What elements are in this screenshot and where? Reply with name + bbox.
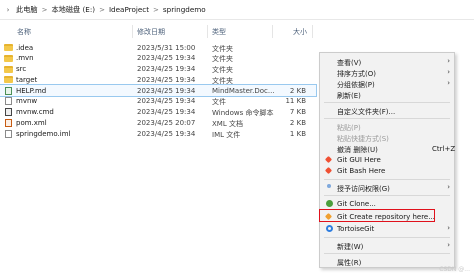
menu-item-git-clone[interactable]: Git Clone... [320, 198, 454, 209]
file-size: 2 KB [289, 119, 306, 128]
file-name: .mvn [16, 54, 34, 63]
menu-separator [324, 102, 450, 103]
menu-item-git-bash-here[interactable]: Git Bash Here [320, 165, 454, 176]
menu-item-tortoisegit[interactable]: TortoiseGit › [320, 223, 454, 234]
shortcut-text: Ctrl+Z [432, 144, 456, 153]
column-header-size[interactable]: 大小 [293, 27, 307, 37]
file-icon [5, 129, 12, 138]
git-icon [324, 166, 333, 175]
file-row-src[interactable]: src 2023/4/25 19:34 文件夹 [0, 64, 316, 75]
file-name: .idea [16, 43, 34, 52]
menu-item-group[interactable]: 分组依据(P) › [320, 78, 454, 89]
file-name: HELP.md [16, 86, 47, 95]
breadcrumb-separator[interactable]: > [98, 6, 106, 14]
chevron-right-icon: › [447, 57, 450, 65]
file-size: 1 KB [289, 129, 306, 138]
folder-icon [4, 65, 13, 73]
menu-item-undo-delete[interactable]: 撤消 删除(U) Ctrl+Z [320, 143, 456, 154]
column-divider[interactable] [132, 25, 133, 38]
highlight-annotation [319, 209, 435, 222]
breadcrumb-item-this-pc[interactable]: 此电脑 [13, 5, 41, 15]
chevron-right-icon[interactable]: › [3, 6, 13, 14]
menu-item-properties[interactable]: 属性(R) [320, 256, 454, 267]
file-type: IML 文件 [212, 130, 241, 139]
menu-item-refresh[interactable]: 刷新(E) [320, 89, 454, 100]
column-header-name[interactable]: 名称 [17, 27, 31, 37]
file-list: .idea 2023/5/31 15:00 文件夹 .mvn 2023/4/25… [0, 42, 317, 139]
file-row-pom-xml[interactable]: pom.xml 2023/4/25 20:07 XML 文档 2 KB [0, 118, 316, 129]
file-name: src [16, 65, 27, 74]
watermark: CSDN @... [439, 266, 470, 273]
file-name: pom.xml [16, 119, 47, 128]
file-row-target[interactable]: target 2023/4/25 19:34 文件夹 [0, 74, 316, 85]
file-row-springdemo-iml[interactable]: springdemo.iml 2023/4/25 19:34 IML 文件 1 … [0, 128, 316, 139]
file-name: springdemo.iml [16, 129, 71, 138]
user-icon [327, 184, 331, 188]
menu-item-git-gui-here[interactable]: Git GUI Here [320, 154, 454, 165]
breadcrumb-item-springdemo[interactable]: springdemo [160, 5, 209, 14]
chevron-right-icon: › [447, 79, 450, 87]
menu-separator [324, 253, 450, 254]
file-date: 2023/4/25 19:34 [137, 75, 196, 84]
file-date: 2023/4/25 19:34 [137, 54, 196, 63]
menu-item-sort[interactable]: 排序方式(O) › [320, 67, 454, 78]
breadcrumb-separator[interactable]: > [41, 6, 49, 14]
column-header-type[interactable]: 类型 [212, 27, 226, 37]
file-name: target [16, 75, 38, 84]
menu-separator [324, 237, 450, 238]
tortoisegit-icon [326, 225, 333, 232]
menu-item-customize-folder[interactable]: 自定义文件夹(F)... [320, 105, 454, 116]
folder-icon [4, 54, 13, 62]
file-size: 11 KB [285, 97, 306, 106]
menu-item-new[interactable]: 新建(W) › [320, 240, 454, 251]
menu-item-paste[interactable]: 粘贴(P) [320, 121, 454, 132]
xml-file-icon [5, 119, 12, 128]
file-name: mvnw.cmd [16, 108, 54, 117]
folder-icon [4, 44, 13, 51]
git-clone-icon [326, 200, 333, 207]
folder-icon [4, 76, 13, 84]
file-row-idea[interactable]: .idea 2023/5/31 15:00 文件夹 [0, 42, 316, 53]
file-row-mvn[interactable]: .mvn 2023/4/25 19:34 文件夹 [0, 53, 316, 64]
file-date: 2023/4/25 19:34 [137, 129, 196, 138]
markdown-file-icon [5, 86, 12, 95]
file-row-mvnw[interactable]: mvnw 2023/4/25 19:34 文件 11 KB [0, 96, 316, 107]
file-row-mvnw-cmd[interactable]: mvnw.cmd 2023/4/25 19:34 Windows 命令脚本 7 … [0, 107, 316, 118]
file-size: 2 KB [289, 86, 306, 95]
cmd-file-icon [5, 108, 12, 117]
breadcrumb-item-ideaproject[interactable]: IdeaProject [106, 5, 152, 14]
file-date: 2023/5/31 15:00 [137, 43, 196, 52]
menu-separator [324, 195, 450, 196]
context-menu: 查看(V) › 排序方式(O) › 分组依据(P) › 刷新(E) 自定义文件夹… [319, 52, 455, 268]
chevron-right-icon: › [447, 183, 450, 191]
column-divider[interactable] [312, 25, 313, 38]
breadcrumb-item-local-disk[interactable]: 本地磁盘 (E:) [48, 5, 98, 15]
column-divider[interactable] [207, 25, 208, 38]
file-date: 2023/4/25 20:07 [137, 119, 196, 128]
git-icon [324, 155, 333, 164]
file-date: 2023/4/25 19:34 [137, 86, 196, 95]
column-divider[interactable] [272, 25, 273, 38]
breadcrumb: › 此电脑 > 本地磁盘 (E:) > IdeaProject > spring… [0, 0, 474, 20]
chevron-right-icon: › [447, 224, 450, 232]
file-date: 2023/4/25 19:34 [137, 108, 196, 117]
file-row-help-md[interactable]: HELP.md 2023/4/25 19:34 MindMaster.Doc..… [0, 84, 317, 97]
file-date: 2023/4/25 19:34 [137, 97, 196, 106]
file-icon [5, 97, 12, 106]
menu-item-paste-shortcut[interactable]: 粘贴快捷方式(S) [320, 132, 454, 143]
file-name: mvnw [16, 97, 38, 106]
menu-separator [324, 179, 450, 180]
file-type: MindMaster.Doc... [212, 86, 275, 95]
chevron-right-icon: › [447, 241, 450, 249]
column-header-date[interactable]: 修改日期 [137, 27, 165, 37]
menu-separator [324, 118, 450, 119]
menu-item-view[interactable]: 查看(V) › [320, 56, 454, 67]
file-size: 7 KB [289, 108, 306, 117]
column-headers: 名称 修改日期 类型 大小 [0, 25, 474, 39]
file-date: 2023/4/25 19:34 [137, 65, 196, 74]
breadcrumb-separator[interactable]: > [152, 6, 160, 14]
chevron-right-icon: › [447, 68, 450, 76]
menu-item-grant-access[interactable]: 授予访问权限(G) › [320, 182, 454, 193]
